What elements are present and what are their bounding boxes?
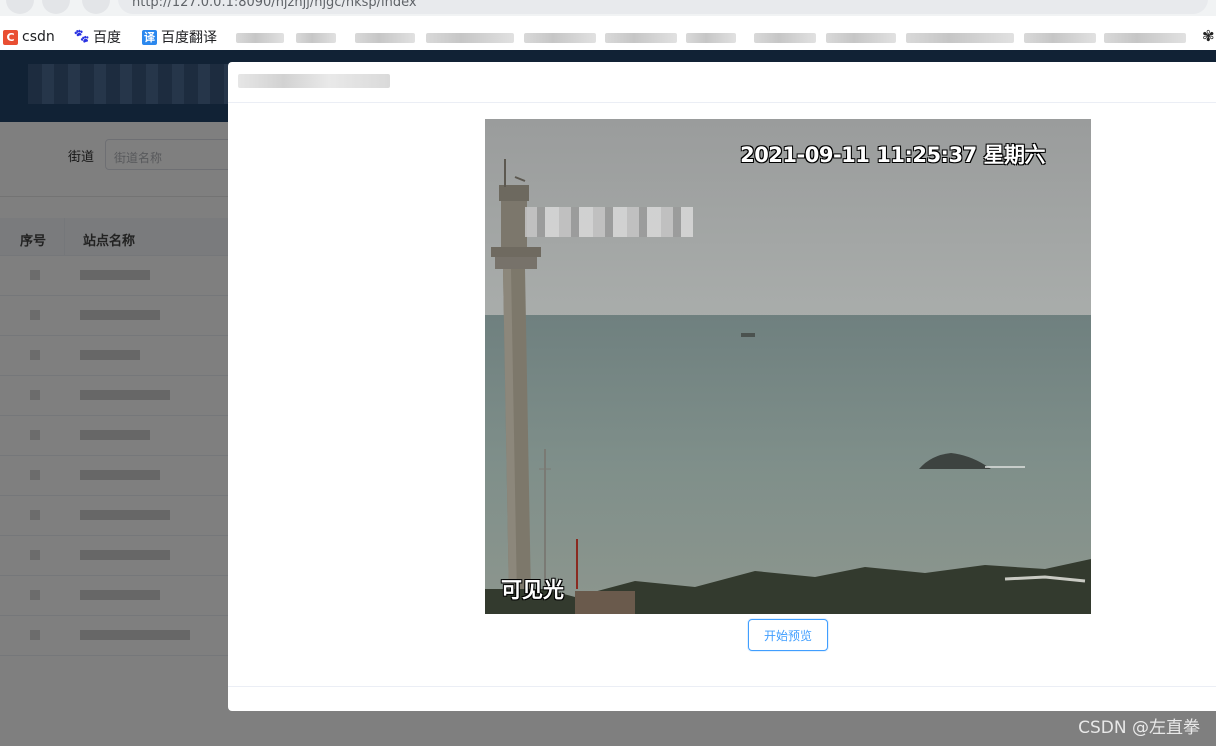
camera-video-frame[interactable]: 2021-09-11 11:25:37 星期六 可见光 [485, 119, 1091, 614]
bookmark-blurred[interactable] [426, 33, 514, 43]
bookmark-blurred[interactable] [524, 33, 596, 43]
dialog-footer-divider [228, 686, 1216, 687]
bookmark-blurred[interactable] [686, 33, 736, 43]
bookmark-label: 百度 [93, 30, 121, 46]
bookmark-csdn[interactable]: C csdn [3, 27, 55, 47]
bookmark-label: 百度翻译 [161, 30, 217, 46]
translate-icon: 译 [142, 29, 157, 45]
baidu-paw-icon: 🐾︎ [72, 29, 91, 45]
bookmark-blurred[interactable] [754, 33, 816, 43]
bookmark-blurred[interactable] [355, 33, 415, 43]
bookmark-blurred[interactable] [1024, 33, 1096, 43]
bookmark-label: csdn [22, 29, 55, 45]
dialog-title [238, 74, 390, 88]
watermark: CSDN @左直拳 [1078, 718, 1200, 738]
camera-name-overlay [525, 207, 693, 237]
bookmark-blurred[interactable] [1104, 33, 1186, 43]
bookmark-blurred[interactable] [906, 33, 1014, 43]
reload-button[interactable] [82, 0, 110, 14]
video-mode-label: 可见光 [501, 578, 564, 602]
bookmark-blurred[interactable] [296, 33, 336, 43]
camera-scene [485, 119, 1091, 614]
bookmarks-bar: C csdn 🐾︎ 百度 译 百度翻译 ✾ [0, 23, 1216, 50]
extension-icon[interactable]: ✾ [1202, 27, 1215, 45]
back-button[interactable] [6, 0, 34, 14]
start-preview-button[interactable]: 开始预览 [748, 619, 828, 651]
bookmark-blurred[interactable] [826, 33, 896, 43]
bookmark-baidu[interactable]: 🐾︎ 百度 [72, 27, 121, 47]
browser-toolbar: http://127.0.0.1:8090/hjzhjj/hjgc/hksp/i… [0, 0, 1216, 16]
bookmark-blurred[interactable] [605, 33, 677, 43]
address-bar[interactable]: http://127.0.0.1:8090/hjzhjj/hjgc/hksp/i… [118, 0, 1208, 14]
csdn-icon: C [3, 29, 18, 45]
dialog-header-divider [228, 102, 1216, 103]
bookmark-baidu-translate[interactable]: 译 百度翻译 [142, 27, 217, 47]
forward-button[interactable] [42, 0, 70, 14]
bookmark-blurred[interactable] [236, 33, 284, 43]
video-preview-dialog: 2021-09-11 11:25:37 星期六 可见光 开始预览 [228, 62, 1216, 711]
video-timestamp: 2021-09-11 11:25:37 星期六 [740, 143, 1045, 167]
